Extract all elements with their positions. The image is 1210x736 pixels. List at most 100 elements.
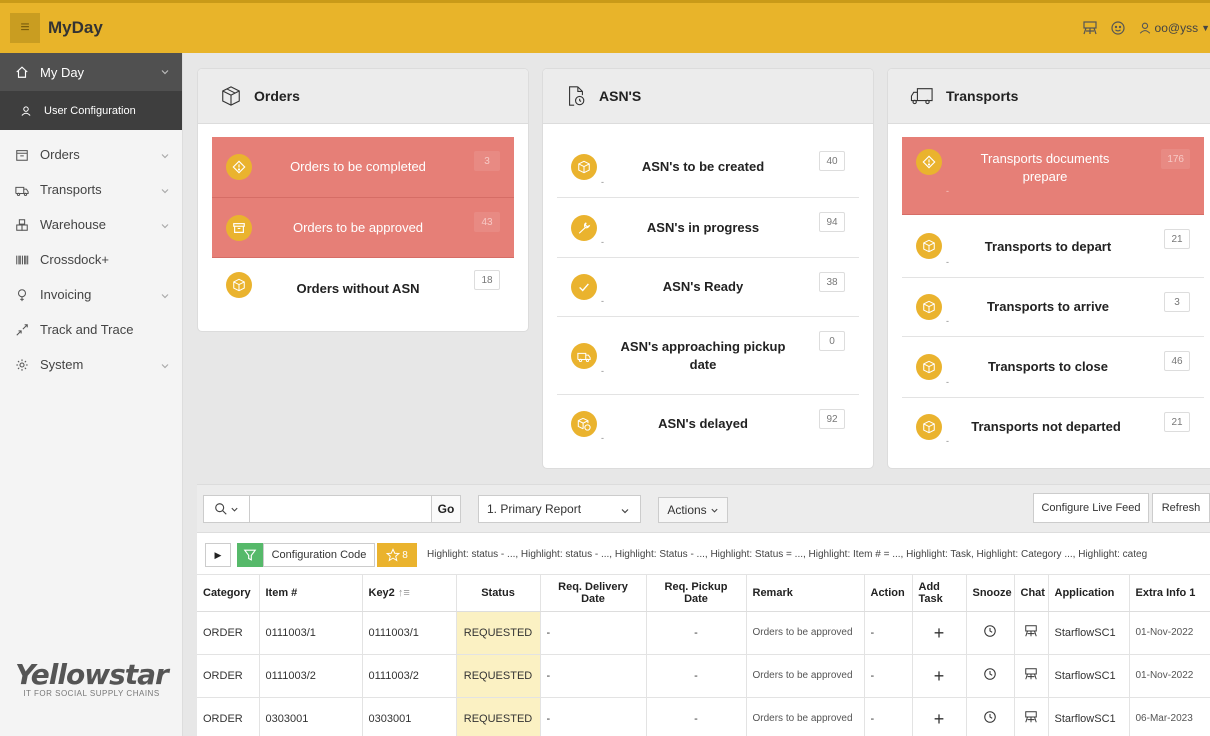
column-header-extra-info-1[interactable]: Extra Info 1 <box>1129 575 1210 612</box>
snooze-button[interactable] <box>966 611 1015 655</box>
column-header-chat[interactable]: Chat <box>1014 575 1049 612</box>
row-subvalue: - <box>946 436 949 446</box>
card-row-asn-in-progress[interactable]: ASN's in progress 94 - <box>557 198 859 258</box>
column-header-item[interactable]: Item # <box>259 575 363 612</box>
star-icon <box>386 548 401 562</box>
sidebar-item-system[interactable]: System <box>0 347 182 382</box>
chat-icon[interactable] <box>1082 20 1098 36</box>
cell-application: StarflowSC1 <box>1048 697 1130 736</box>
chevron-down-icon <box>231 507 238 512</box>
card-row-transports-documents-prepare[interactable]: Transports documents prepare 176 - <box>902 137 1204 215</box>
cell-status: REQUESTED <box>456 654 541 698</box>
sort-ascending-icon: ↑≡ <box>397 586 410 599</box>
search-input[interactable] <box>250 496 459 522</box>
row-count: 43 <box>474 212 500 232</box>
column-header-remark[interactable]: Remark <box>746 575 865 612</box>
cell-application: StarflowSC1 <box>1048 611 1130 655</box>
sidebar-item-warehouse[interactable]: Warehouse <box>0 207 182 242</box>
sidebar-item-invoicing[interactable]: Invoicing <box>0 277 182 312</box>
column-header-category[interactable]: Category <box>197 575 260 612</box>
row-count: 40 <box>819 151 845 171</box>
column-header-status[interactable]: Status <box>456 575 541 612</box>
sidebar-item-track-and-trace[interactable]: Track and Trace <box>0 312 182 347</box>
track-icon <box>14 323 30 337</box>
barcode-icon <box>14 253 30 267</box>
sidebar-item-crossdock[interactable]: Crossdock+ <box>0 242 182 277</box>
box-icon <box>916 414 942 440</box>
add-task-button[interactable]: + <box>912 654 967 698</box>
hamburger-menu-icon[interactable]: ≡ <box>10 13 40 43</box>
refresh-button[interactable]: Refresh <box>1152 493 1210 523</box>
row-label: ASN's in progress <box>646 219 760 235</box>
snooze-button[interactable] <box>966 697 1015 736</box>
smiley-icon[interactable] <box>1110 20 1126 36</box>
add-task-button[interactable]: + <box>912 697 967 736</box>
truck-icon <box>14 183 30 197</box>
highlights-toggle[interactable]: 8 <box>377 543 417 567</box>
cell-req-delivery-date: - <box>540 654 647 698</box>
column-header-application[interactable]: Application <box>1048 575 1130 612</box>
cell-remark: Orders to be approved <box>746 611 865 655</box>
card-row-transports-to-close[interactable]: Transports to close 46 - <box>902 337 1204 398</box>
cell-category: ORDER <box>197 697 260 736</box>
chat-button[interactable] <box>1014 654 1049 698</box>
chevron-down-icon <box>620 505 630 519</box>
cell-req-delivery-date: - <box>540 697 647 736</box>
sidebar-item-transports[interactable]: Transports <box>0 172 182 207</box>
alert-icon <box>916 149 942 175</box>
column-header-req-pickup-date[interactable]: Req. Pickup Date <box>646 575 747 612</box>
column-header-key2[interactable]: Key2 ↑≡ <box>362 575 457 612</box>
report-select[interactable]: 1. Primary Report <box>478 495 641 523</box>
archive-icon <box>226 214 252 241</box>
card-row-orders-without-asn[interactable]: Orders without ASN 18 <box>212 258 514 314</box>
card-row-asn-delayed[interactable]: ASN's delayed 92 - <box>557 395 859 453</box>
cell-remark: Orders to be approved <box>746 654 865 698</box>
chat-button[interactable] <box>1014 611 1049 655</box>
card-row-orders-to-be-completed[interactable]: Orders to be completed 3 <box>212 137 514 198</box>
snooze-button[interactable] <box>966 654 1015 698</box>
card-row-asn-ready[interactable]: ASN's Ready 38 - <box>557 258 859 317</box>
go-button[interactable]: Go <box>431 495 461 523</box>
top-right-controls: oo@yss ▼ <box>1082 3 1210 53</box>
highlights-summary[interactable]: Highlight: status - ..., Highlight: stat… <box>427 549 1147 560</box>
card-row-orders-to-be-approved[interactable]: Orders to be approved 43 <box>212 198 514 258</box>
configuration-code-filter[interactable]: Configuration Code <box>263 543 375 567</box>
card-row-asn-to-be-created[interactable]: ASN's to be created 40 - <box>557 137 859 198</box>
sidebar-item-user-configuration[interactable]: User Configuration <box>0 91 182 130</box>
actions-menu-button[interactable]: Actions <box>658 497 728 523</box>
row-count: 38 <box>819 272 845 292</box>
table-row[interactable]: ORDER 0111003/1 0111003/1 REQUESTED - - … <box>197 611 1210 655</box>
box-icon <box>571 154 597 180</box>
cell-status: REQUESTED <box>456 697 541 736</box>
chat-icon <box>1025 711 1037 723</box>
column-header-req-delivery-date[interactable]: Req. Delivery Date <box>540 575 647 612</box>
column-header-add-task[interactable]: Add Task <box>912 575 967 612</box>
add-task-button[interactable]: + <box>912 611 967 655</box>
chevron-down-icon <box>160 65 170 80</box>
filter-funnel-icon[interactable] <box>237 543 263 567</box>
chat-icon <box>1025 668 1037 680</box>
search-box <box>203 495 460 523</box>
table-row[interactable]: ORDER 0303001 0303001 REQUESTED - - Orde… <box>197 697 1210 736</box>
card-row-transports-to-arrive[interactable]: Transports to arrive 3 - <box>902 278 1204 337</box>
row-label: Orders without ASN <box>296 281 420 296</box>
chat-button[interactable] <box>1014 697 1049 736</box>
search-column-selector[interactable] <box>204 496 250 522</box>
sidebar-item-orders[interactable]: Orders <box>0 137 182 172</box>
configure-live-feed-button[interactable]: Configure Live Feed <box>1033 493 1149 523</box>
column-header-action[interactable]: Action <box>864 575 913 612</box>
card-row-transports-to-depart[interactable]: Transports to depart 21 - <box>902 215 1204 278</box>
table-row[interactable]: ORDER 0111003/2 0111003/2 REQUESTED - - … <box>197 654 1210 698</box>
live-feed-panel: Go 1. Primary Report Actions Configure L… <box>197 484 1210 736</box>
user-menu[interactable]: oo@yss ▼ <box>1138 21 1210 35</box>
box-icon <box>220 85 242 107</box>
sidebar-item-label: Warehouse <box>40 217 106 232</box>
card-row-asn-approaching-pickup-date[interactable]: ASN's approaching pickup date 0 - <box>557 317 859 395</box>
transports-card: Transports Transports documents prepare … <box>887 68 1210 469</box>
document-clock-icon <box>565 85 587 107</box>
column-header-snooze[interactable]: Snooze <box>966 575 1015 612</box>
card-row-transports-not-departed[interactable]: Transports not departed 21 - <box>902 398 1204 456</box>
sidebar-item-my-day[interactable]: My Day <box>0 53 182 91</box>
row-count: 46 <box>1164 351 1190 371</box>
expand-filters-button[interactable]: ▶ <box>205 543 231 567</box>
